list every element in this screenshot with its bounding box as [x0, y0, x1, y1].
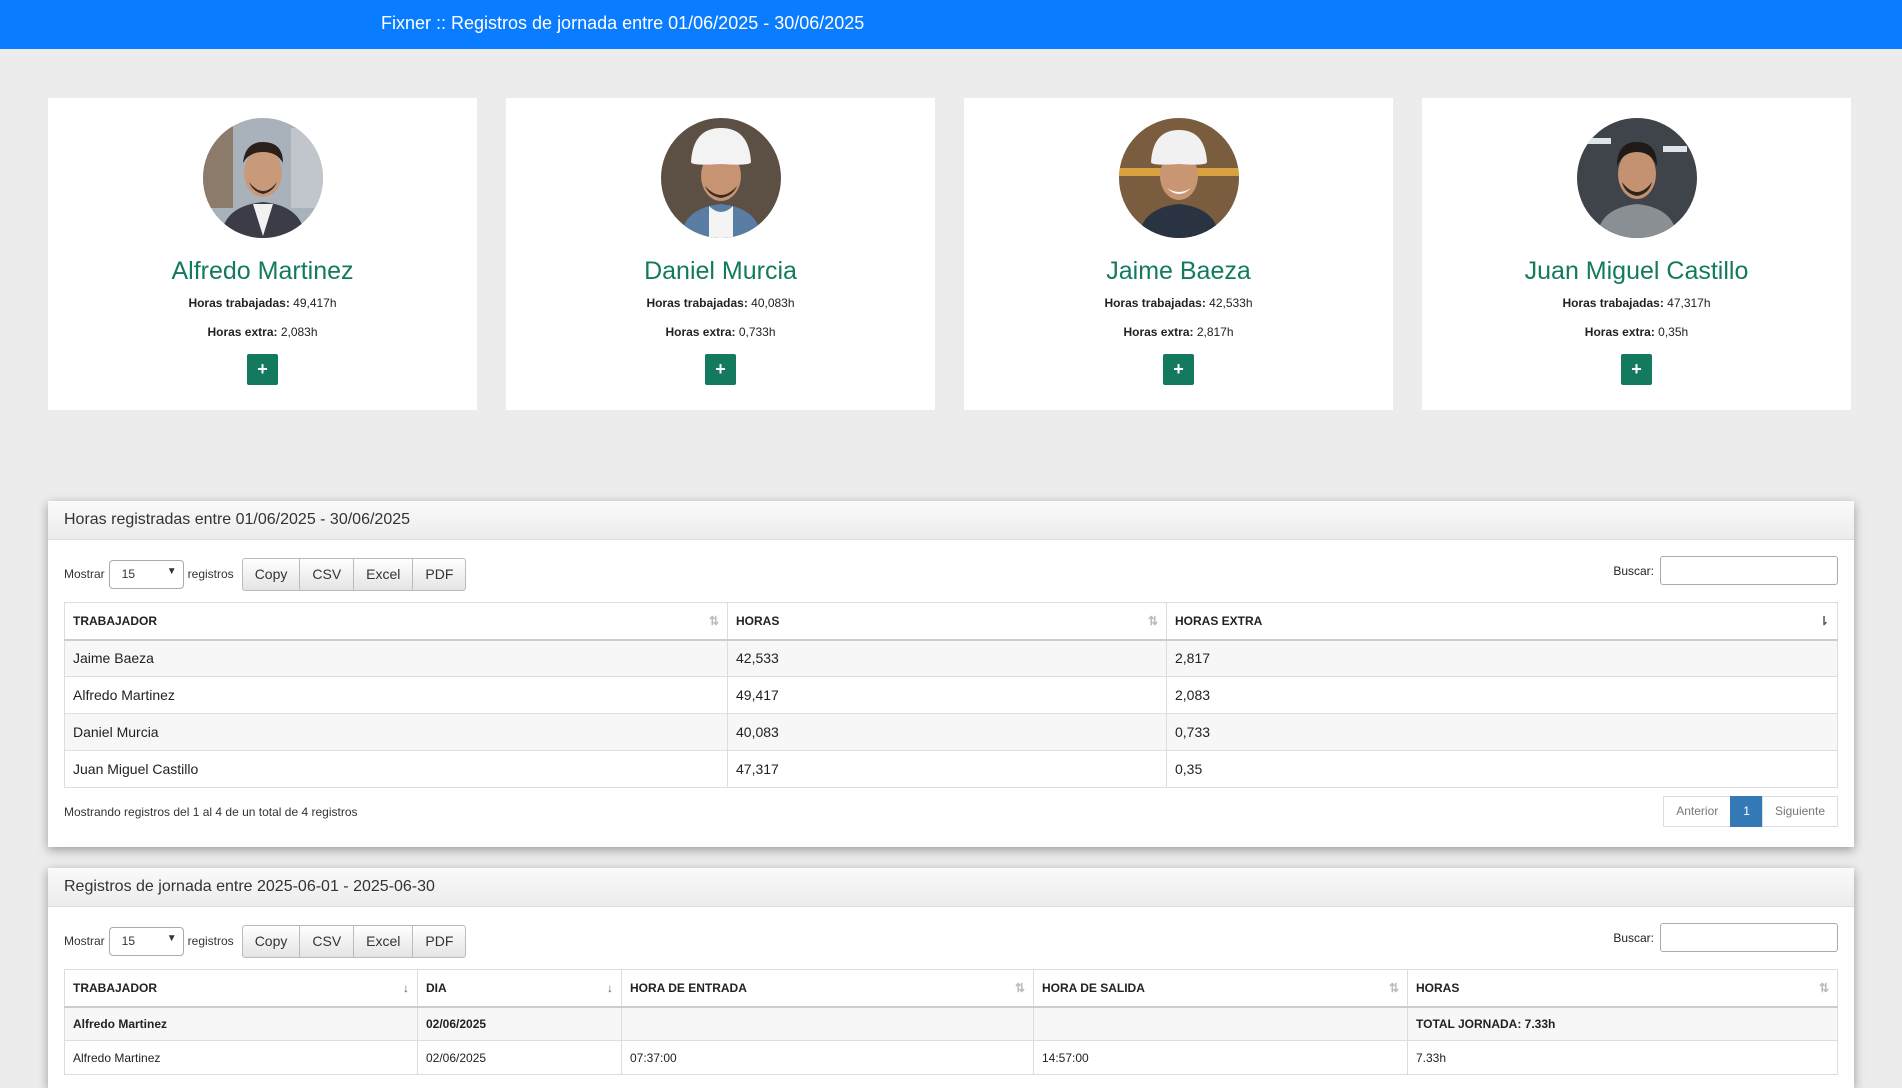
hours-summary-panel: Horas registradas entre 01/06/2025 - 30/… [48, 501, 1854, 847]
panel-title: Registros de jornada entre 2025-06-01 - … [48, 868, 1854, 907]
records-label: registros [187, 567, 234, 581]
worked-hours: Horas trabajadas: 49,417h [188, 296, 337, 310]
column-header[interactable]: HORAS ⇅ [727, 602, 1167, 641]
table-controls: Mostrar 15 ▼ registros Copy CSV Excel PDF [64, 556, 1838, 592]
export-buttons: Copy CSV Excel PDF [241, 924, 467, 958]
worker-name: Jaime Baeza [1106, 257, 1251, 285]
workday-records-panel: Registros de jornada entre 2025-06-01 - … [48, 868, 1854, 1088]
avatar [202, 118, 323, 238]
search-box: Buscar: [1613, 923, 1838, 952]
avatar [1576, 118, 1697, 238]
add-record-button[interactable]: + [247, 354, 278, 385]
page-title: Fixner :: Registros de jornada entre 01/… [381, 13, 865, 33]
column-header[interactable]: HORA DE ENTRADA ⇅ [621, 969, 1034, 1008]
search-label: Buscar: [1613, 930, 1654, 945]
sort-icon: ⇅ [1014, 981, 1025, 995]
search-input[interactable] [1660, 556, 1838, 585]
search-label: Buscar: [1613, 563, 1654, 578]
hours-table: TRABAJADOR ⇅ HORAS ⇅ HORAS EXTRA ⇂ Jaime Ba… [64, 602, 1838, 788]
pdf-button[interactable]: PDF [412, 924, 467, 958]
add-record-button[interactable]: + [1621, 354, 1652, 385]
table-controls: Mostrar 15 ▼ registros Copy CSV Excel PDF [64, 923, 1838, 959]
table-row: Jaime Baeza 42,533 2,817 [64, 639, 1838, 677]
extra-hours: Horas extra: 2,083h [207, 325, 318, 339]
worker-name: Alfredo Martinez [171, 257, 354, 285]
worked-hours: Horas trabajadas: 47,317h [1562, 296, 1711, 310]
extra-hours: Horas extra: 2,817h [1123, 325, 1234, 339]
worker-name: Daniel Murcia [644, 257, 797, 285]
worked-hours: Horas trabajadas: 42,533h [1104, 296, 1253, 310]
add-record-button[interactable]: + [705, 354, 736, 385]
worker-name: Juan Miguel Castillo [1524, 257, 1749, 285]
avatar [1118, 118, 1239, 238]
sort-asc-icon: ↓ [607, 981, 613, 995]
show-label: Mostrar [64, 567, 105, 581]
table-row-total: Alfredo Martinez 02/06/2025 TOTAL JORNADA:… [64, 1006, 1838, 1041]
worker-card: Daniel Murcia Horas trabajadas: 40,083h … [506, 98, 935, 410]
csv-button[interactable]: CSV [299, 924, 355, 958]
records-label: registros [187, 934, 234, 948]
sort-icon: ⇅ [1818, 981, 1829, 995]
top-bar: Fixner :: Registros de jornada entre 01/… [0, 0, 1902, 49]
pagination: Anterior 1 Siguiente [1663, 796, 1838, 827]
add-record-button[interactable]: + [1163, 354, 1194, 385]
extra-hours: Horas extra: 0,35h [1584, 325, 1689, 339]
previous-page-button[interactable]: Anterior [1663, 796, 1732, 827]
worker-card: Alfredo Martinez Horas trabajadas: 49,41… [48, 98, 477, 410]
page-length-select[interactable]: 15 ▼ [108, 559, 184, 589]
table-row: Alfredo Martinez 02/06/2025 07:37:00 14:57:… [64, 1040, 1838, 1075]
chevron-down-icon: ▼ [166, 932, 177, 944]
show-label: Mostrar [64, 934, 105, 948]
table-row: Daniel Murcia 40,083 0,733 [64, 713, 1838, 751]
extra-hours: Horas extra: 0,733h [665, 325, 776, 339]
panel-title: Horas registradas entre 01/06/2025 - 30/… [48, 501, 1854, 540]
next-page-button[interactable]: Siguiente [1761, 796, 1838, 827]
table-row: Juan Miguel Castillo 47,317 0,35 [64, 750, 1838, 788]
pdf-button[interactable]: PDF [412, 557, 467, 591]
chevron-down-icon: ▼ [166, 565, 177, 577]
export-buttons: Copy CSV Excel PDF [241, 557, 467, 591]
column-header[interactable]: TRABAJADOR ⇅ [64, 602, 728, 641]
table-info: Mostrando registros del 1 al 4 de un tot… [64, 804, 358, 819]
page-1-button[interactable]: 1 [1730, 796, 1763, 827]
worker-card: Jaime Baeza Horas trabajadas: 42,533h Ho… [964, 98, 1393, 410]
search-box: Buscar: [1613, 556, 1838, 585]
worked-hours: Horas trabajadas: 40,083h [646, 296, 795, 310]
page-length-select[interactable]: 15 ▼ [108, 926, 184, 956]
sort-icon: ⇅ [1147, 614, 1158, 628]
sort-icon: ⇅ [708, 614, 719, 628]
column-header[interactable]: DIA ↓ [417, 969, 622, 1008]
records-table: TRABAJADOR ↓ DIA ↓ HORA DE ENTRADA ⇅ HORA D… [64, 969, 1838, 1075]
worker-card: Juan Miguel Castillo Horas trabajadas: 4… [1422, 98, 1851, 410]
excel-button[interactable]: Excel [353, 924, 414, 958]
column-header[interactable]: HORAS ⇅ [1407, 969, 1838, 1008]
column-header[interactable]: HORAS EXTRA ⇂ [1166, 602, 1838, 641]
table-row: Alfredo Martinez 49,417 2,083 [64, 676, 1838, 714]
copy-button[interactable]: Copy [241, 557, 301, 591]
csv-button[interactable]: CSV [299, 557, 355, 591]
search-input[interactable] [1660, 923, 1838, 952]
sort-icon: ⇅ [1388, 981, 1399, 995]
column-header[interactable]: HORA DE SALIDA ⇅ [1033, 969, 1408, 1008]
column-header[interactable]: TRABAJADOR ↓ [64, 969, 418, 1008]
sort-asc-icon: ↓ [403, 981, 409, 995]
excel-button[interactable]: Excel [353, 557, 414, 591]
copy-button[interactable]: Copy [241, 924, 301, 958]
worker-cards: Alfredo Martinez Horas trabajadas: 49,41… [48, 98, 1854, 410]
sort-desc-icon: ⇂ [1818, 614, 1829, 628]
avatar [660, 118, 781, 238]
